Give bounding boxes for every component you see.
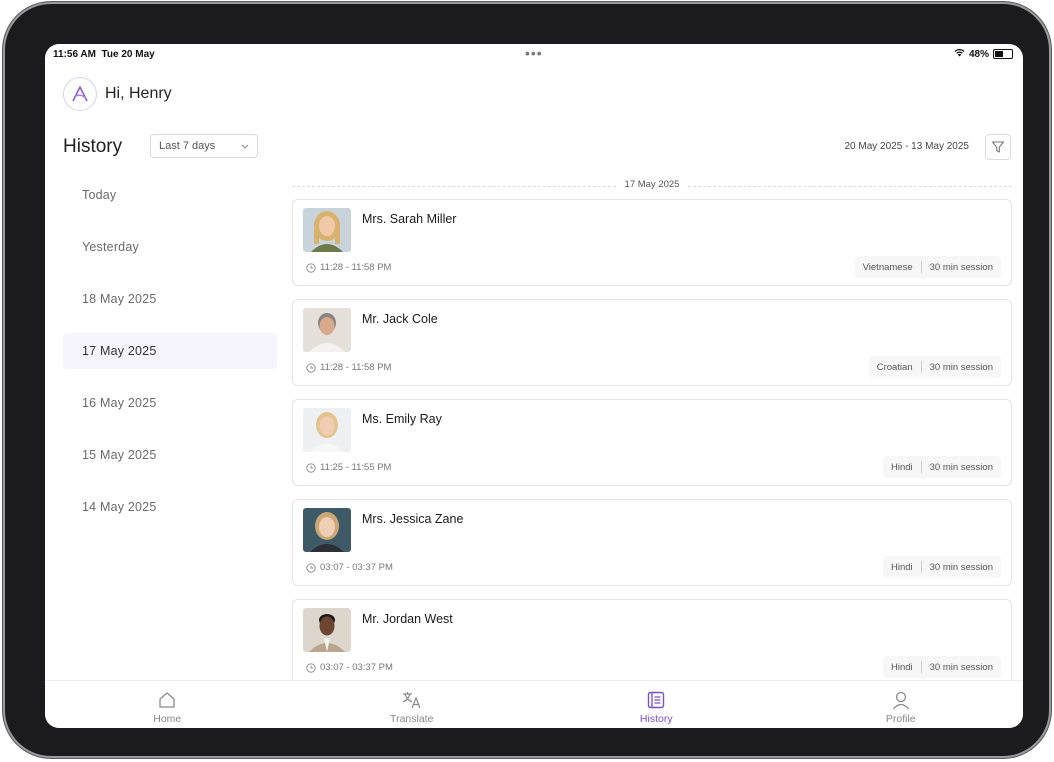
sidebar-item-17-may[interactable]: 17 May 2025 xyxy=(63,333,277,369)
home-icon xyxy=(157,689,177,711)
session-time-text: 03:07 - 03:37 PM xyxy=(320,562,393,573)
session-time-text: 11:28 - 11:58 PM xyxy=(320,262,392,273)
session-tags: Croatian 30 min session xyxy=(868,356,1001,378)
date-sidebar: Today Yesterday 18 May 2025 17 May 2025 … xyxy=(63,177,277,541)
clock-icon xyxy=(306,362,316,373)
page-title: History xyxy=(63,136,123,157)
tab-translate-label: Translate xyxy=(390,713,434,725)
date-range-text: 20 May 2025 - 13 May 2025 xyxy=(844,141,969,152)
duration-tag: 30 min session xyxy=(929,461,993,473)
clock-icon xyxy=(306,662,316,673)
client-name: Mrs. Jessica Zane xyxy=(362,512,464,526)
session-tags: Hindi 30 min session xyxy=(882,556,1001,578)
tab-home-label: Home xyxy=(153,713,182,725)
sidebar-item-today[interactable]: Today xyxy=(63,177,277,213)
avatar xyxy=(303,408,351,452)
duration-tag: 30 min session xyxy=(929,661,993,673)
session-time: 11:25 - 11:55 PM xyxy=(306,462,391,473)
tab-profile-label: Profile xyxy=(885,713,916,725)
duration-tag: 30 min session xyxy=(929,361,993,373)
date-range-select-value: Last 7 days xyxy=(159,140,216,152)
session-card[interactable]: Mrs. Sarah Miller 11:28 - 11:58 PM Vietn… xyxy=(292,199,1012,286)
session-tags: Hindi 30 min session xyxy=(882,456,1001,478)
avatar xyxy=(303,308,351,352)
session-time: 03:07 - 03:37 PM xyxy=(306,562,393,573)
sidebar-item-18-may[interactable]: 18 May 2025 xyxy=(63,281,277,317)
date-range-select[interactable]: Last 7 days xyxy=(150,134,258,158)
client-name: Mr. Jordan West xyxy=(362,612,453,626)
date-divider: 17 May 2025 xyxy=(292,178,1012,194)
session-time: 03:07 - 03:37 PM xyxy=(306,662,393,673)
session-time-text: 11:28 - 11:58 PM xyxy=(320,362,392,373)
wifi-icon xyxy=(954,48,965,60)
avatar xyxy=(303,208,351,252)
client-name: Mrs. Sarah Miller xyxy=(362,212,457,226)
session-tags: Vietnamese 30 min session xyxy=(854,256,1001,278)
tablet-frame: 11:56 AM Tue 20 May ••• 48% Hi, Henry Hi… xyxy=(5,4,1049,756)
session-time-text: 03:07 - 03:37 PM xyxy=(320,662,393,673)
tab-history[interactable]: History xyxy=(534,681,779,728)
battery-percent: 48% xyxy=(968,48,989,60)
filter-button[interactable] xyxy=(985,134,1011,160)
language-tag: Hindi xyxy=(890,661,913,673)
multitask-dots[interactable]: ••• xyxy=(525,45,543,61)
app-logo-icon xyxy=(63,77,97,111)
client-name: Ms. Emily Ray xyxy=(362,412,442,426)
duration-tag: 30 min session xyxy=(929,261,993,273)
sidebar-item-15-may[interactable]: 15 May 2025 xyxy=(63,437,277,473)
language-tag: Croatian xyxy=(876,361,913,373)
tab-home[interactable]: Home xyxy=(45,681,290,728)
greeting-text: Hi, Henry xyxy=(105,85,172,102)
session-card[interactable]: Mr. Jordan West 03:07 - 03:37 PM Hindi 3… xyxy=(292,599,1012,680)
sidebar-item-yesterday[interactable]: Yesterday xyxy=(63,229,277,265)
session-card[interactable]: Mrs. Jessica Zane 03:07 - 03:37 PM Hindi… xyxy=(292,499,1012,586)
language-tag: Hindi xyxy=(890,561,913,573)
clock-icon xyxy=(306,462,316,473)
session-time: 11:28 - 11:58 PM xyxy=(306,362,391,373)
status-time: 11:56 AM Tue 20 May xyxy=(53,49,155,60)
profile-icon xyxy=(891,689,911,711)
tab-translate[interactable]: Translate xyxy=(290,681,535,728)
bottom-tab-bar: Home Translate History Profile xyxy=(45,680,1023,728)
translate-icon xyxy=(401,689,423,711)
session-card[interactable]: Ms. Emily Ray 11:25 - 11:55 PM Hindi 30 … xyxy=(292,399,1012,486)
duration-tag: 30 min session xyxy=(929,561,993,573)
battery-icon xyxy=(993,49,1013,59)
session-time-text: 11:25 - 11:55 PM xyxy=(320,462,392,473)
status-bar: 11:56 AM Tue 20 May ••• 48% xyxy=(45,44,1023,66)
language-tag: Vietnamese xyxy=(862,261,913,273)
clock-icon xyxy=(306,562,316,573)
session-tags: Hindi 30 min session xyxy=(882,656,1001,678)
language-tag: Hindi xyxy=(890,461,913,473)
sidebar-item-14-may[interactable]: 14 May 2025 xyxy=(63,489,277,525)
tab-profile[interactable]: Profile xyxy=(779,681,1024,728)
avatar xyxy=(303,508,351,552)
session-list[interactable]: 17 May 2025 Mrs. Sarah Miller 11:28 - 11… xyxy=(292,178,1012,680)
session-time: 11:28 - 11:58 PM xyxy=(306,262,391,273)
session-card[interactable]: Mr. Jack Cole 11:28 - 11:58 PM Croatian … xyxy=(292,299,1012,386)
clock-icon xyxy=(306,262,316,273)
app-header: Hi, Henry xyxy=(63,77,172,111)
filter-icon xyxy=(991,141,1005,153)
sidebar-item-16-may[interactable]: 16 May 2025 xyxy=(63,385,277,421)
app-screen: 11:56 AM Tue 20 May ••• 48% Hi, Henry Hi… xyxy=(45,44,1023,728)
avatar xyxy=(303,608,351,652)
history-icon xyxy=(646,689,666,711)
tab-history-label: History xyxy=(639,713,673,725)
client-name: Mr. Jack Cole xyxy=(362,312,438,326)
date-divider-label: 17 May 2025 xyxy=(618,179,686,190)
chevron-down-icon xyxy=(241,141,249,151)
status-indicators: 48% xyxy=(954,48,1013,60)
